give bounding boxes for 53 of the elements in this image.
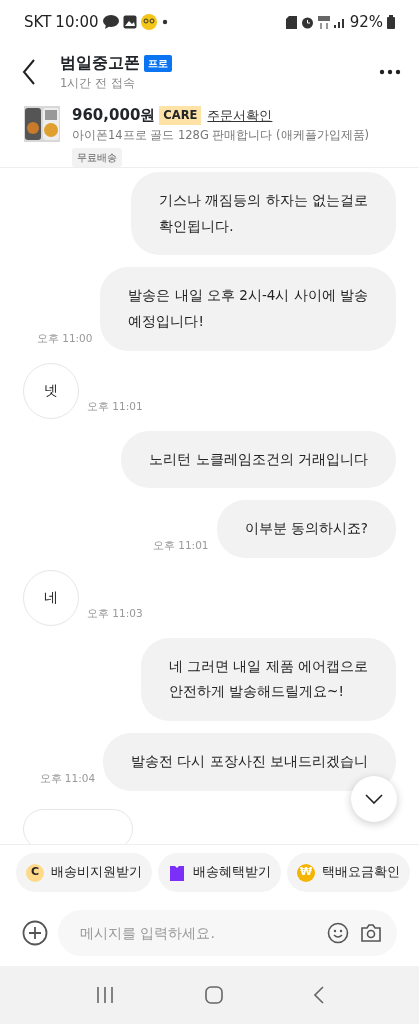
message-time: 오후 11:04 [39,771,96,786]
seller-name: 범일중고폰 [60,52,140,75]
order-sheet-link[interactable]: 주문서확인 [207,105,273,125]
shopping-bag-icon [168,863,186,882]
back-icon[interactable] [313,986,324,1004]
message-input-field[interactable]: 메시지를 입력하세요. [78,921,315,945]
care-badge: CARE [159,105,202,125]
dot-icon [160,18,169,26]
carrier-text: SKT [24,11,52,33]
quick-action-chip[interactable]: ₩ 택배요금확인 [287,853,410,892]
pro-badge: 프로 [144,54,172,72]
message-bubble: 네 그러면 내일 제품 에어캡으로 안전하게 발송해드릴게요~! [140,637,396,722]
more-dots-icon [379,69,401,75]
message-bubble: 넷 [23,362,79,419]
message-time: 오후 11:00 [36,330,93,346]
message-bubble: 이부분 동의하시죠? [216,500,396,558]
battery-icon [387,15,395,29]
message-bubble: 네 [23,569,79,626]
camera-icon[interactable] [361,923,381,943]
message-bubble: 발송전 다시 포장사진 보내드리겠습니 [103,733,396,791]
message-input-bar[interactable]: 메시지를 입력하세요. [58,910,397,956]
recent-apps-icon[interactable] [95,987,114,1003]
last-seen-text: 1시간 전 접속 [60,75,136,93]
chevron-down-icon [365,794,383,804]
product-title: 아이폰14프로 골드 128G 판매합니다 (애케플가입제품) [72,126,370,144]
quick-action-chip[interactable]: 배송혜택받기 [158,853,281,892]
price-text: 960,000원 [72,105,156,126]
alarm-clock-icon [300,15,314,29]
more-menu-button[interactable] [379,69,401,75]
coin-icon: C [26,863,44,882]
message-bubble: 노리턴 노클레임조건의 거래입니다 [121,430,396,489]
back-button[interactable] [22,59,36,85]
image-icon [122,15,137,29]
signal-bars-icon [333,16,346,28]
message-time: 오후 11:03 [87,606,143,622]
emoji-face-icon [140,14,157,30]
message-bubble: 기스나 깨짐등의 하자는 없는걸로 확인됩니다. [131,172,396,256]
message-time: 오후 11:01 [152,538,209,554]
add-button[interactable] [22,920,48,946]
won-coin-icon: ₩ [297,863,315,882]
chat-bubble-icon [102,15,119,29]
scroll-down-button[interactable] [351,776,397,822]
message-bubble: 발송은 내일 오후 2시-4시 사이에 발송 예정입니다! [100,267,396,351]
sd-card-icon [285,15,297,29]
battery-text: 92% [349,11,383,33]
home-icon[interactable] [204,986,223,1004]
quick-action-chip[interactable]: C 배송비지원받기 [16,853,152,892]
free-shipping-tag: 무료배송 [72,147,122,167]
message-time: 오후 11:01 [87,398,143,414]
plus-circle-icon [22,920,48,946]
lte-signal-icon [317,15,330,29]
clock-text: 10:00 [55,11,99,33]
smiley-icon[interactable] [327,922,349,944]
